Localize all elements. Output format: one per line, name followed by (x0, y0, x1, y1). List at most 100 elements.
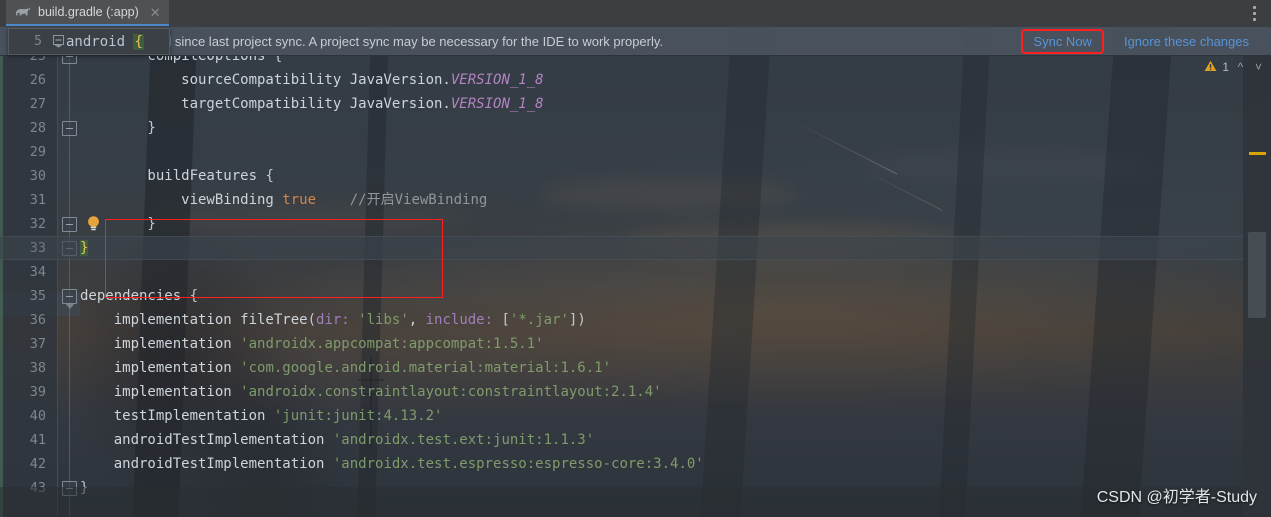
close-icon[interactable]: ✕ (150, 6, 161, 19)
code-line[interactable]: implementation fileTree(dir: 'libs', inc… (80, 308, 1243, 332)
code-line[interactable]: implementation 'androidx.constraintlayou… (80, 380, 1243, 404)
line-number: 26 (29, 72, 46, 88)
code-token: //开启ViewBinding (316, 192, 488, 208)
code-token: true (282, 192, 317, 208)
code-line[interactable]: targetCompatibility JavaVersion.VERSION_… (80, 92, 1243, 116)
warning-count: 1 (1222, 60, 1229, 74)
code-line[interactable]: testImplementation 'junit:junit:4.13.2' (80, 404, 1243, 428)
warning-triangle-icon (1204, 60, 1217, 75)
code-token: 'androidx.appcompat:appcompat:1.5.1' (240, 336, 544, 352)
code-token: 'libs' (358, 312, 409, 328)
code-token: '*.jar' (509, 312, 569, 328)
code-line[interactable]: androidTestImplementation 'androidx.test… (80, 428, 1243, 452)
code-line[interactable]: implementation 'androidx.appcompat:appco… (80, 332, 1243, 356)
line-number: 42 (29, 456, 46, 472)
code-token: compileOptions (80, 56, 274, 64)
gradle-elephant-icon (15, 6, 31, 18)
code-token: } (80, 120, 156, 136)
sync-now-link[interactable]: Sync Now (1021, 28, 1104, 54)
fold-collapse-icon[interactable] (51, 35, 66, 48)
ignore-changes-link[interactable]: Ignore these changes (1114, 31, 1259, 52)
line-number: 29 (29, 144, 46, 160)
code-token: [ (501, 312, 510, 328)
line-number: 34 (29, 264, 46, 280)
code-line[interactable]: } (80, 212, 1243, 236)
code-token: implementation fileTree (80, 312, 308, 328)
code-token: VERSION_1_8 (450, 96, 544, 112)
banner-actions: Sync Now Ignore these changes (1021, 28, 1271, 54)
code-token: include: (425, 312, 502, 328)
sticky-scope-text: android (66, 33, 126, 50)
code-token: { (265, 168, 274, 184)
code-token: { (273, 56, 283, 64)
sticky-line-number: 5 (34, 34, 42, 49)
code-token: androidTestImplementation (80, 432, 333, 448)
line-number: 40 (29, 408, 46, 424)
line-number: 32 (29, 216, 46, 232)
code-token: dir: (316, 312, 359, 328)
code-token: 'com.google.android.material:material:1.… (240, 360, 612, 376)
code-token: dependencies (80, 288, 190, 304)
code-line[interactable]: buildFeatures { (80, 164, 1243, 188)
code-token: implementation (80, 384, 241, 400)
code-line[interactable]: dependencies { (80, 284, 1243, 308)
warning-marker[interactable] (1249, 152, 1266, 155)
code-editor[interactable]: 25262728293031323334353637383940414243 c… (0, 48, 1271, 517)
editor-tab-bar: build.gradle (:app) ✕ (0, 0, 1271, 27)
line-number: 35 (29, 288, 46, 304)
line-number: 31 (29, 192, 46, 208)
tab-build-gradle[interactable]: build.gradle (:app) ✕ (6, 0, 169, 26)
line-number: 39 (29, 384, 46, 400)
code-token: VERSION_1_8 (450, 72, 544, 88)
code-token: } (80, 216, 156, 232)
fold-marker[interactable] (62, 289, 77, 309)
code-token: sourceCompatibility JavaVersion. (80, 72, 451, 88)
fold-marker[interactable] (62, 217, 77, 232)
code-line[interactable]: viewBinding true //开启ViewBinding (80, 188, 1243, 212)
code-line[interactable] (80, 140, 1243, 164)
line-number: 30 (29, 168, 46, 184)
code-token: 'androidx.constraintlayout:constraintlay… (240, 384, 662, 400)
code-token: 'junit:junit:4.13.2' (273, 408, 443, 424)
fold-marker[interactable] (62, 121, 77, 136)
code-folding-column[interactable] (58, 48, 99, 517)
sync-notification-banner: d since last project sync. A project syn… (0, 27, 1271, 56)
code-token: targetCompatibility JavaVersion. (80, 96, 451, 112)
chevron-down-icon[interactable]: ˅ (1252, 60, 1265, 74)
sticky-scope-header[interactable]: 5 android { (8, 28, 170, 55)
code-token: 'androidx.test.ext:junit:1.1.3' (332, 432, 595, 448)
chevron-up-icon[interactable]: ^ (1234, 60, 1247, 74)
code-token: buildFeatures (80, 168, 266, 184)
line-number-gutter[interactable]: 25262728293031323334353637383940414243 (0, 48, 58, 517)
code-line[interactable]: } (80, 116, 1243, 140)
fold-guide-line (69, 48, 70, 517)
code-line[interactable]: } (80, 236, 1243, 260)
inspection-widget[interactable]: 1 ^ ˅ (1204, 56, 1265, 78)
sticky-scope-brace: { (133, 33, 144, 50)
code-text-area[interactable]: compileOptions { sourceCompatibility Jav… (80, 56, 1243, 517)
code-token: androidTestImplementation (80, 456, 333, 472)
editor-scrollbar[interactable] (1243, 56, 1271, 517)
line-number: 36 (29, 312, 46, 328)
code-token: viewBinding (80, 192, 283, 208)
line-number: 28 (29, 120, 46, 136)
more-vertical-icon[interactable] (1247, 4, 1261, 22)
code-line[interactable]: sourceCompatibility JavaVersion.VERSION_… (80, 68, 1243, 92)
tab-title: build.gradle (:app) (38, 5, 139, 19)
code-line[interactable]: compileOptions { (80, 56, 1243, 68)
code-token: 'androidx.test.espresso:espresso-core:3.… (332, 456, 704, 472)
code-token: } (80, 240, 89, 256)
code-token: implementation (80, 336, 241, 352)
code-token: ]) (568, 312, 586, 328)
code-line[interactable]: implementation 'com.google.android.mater… (80, 356, 1243, 380)
code-token: , (408, 312, 426, 328)
code-token: implementation (80, 360, 241, 376)
banner-message: d since last project sync. A project syn… (164, 33, 664, 49)
line-number: 27 (29, 96, 46, 112)
scrollbar-thumb[interactable] (1248, 232, 1266, 318)
code-line[interactable]: androidTestImplementation 'androidx.test… (80, 452, 1243, 476)
code-line[interactable] (80, 260, 1243, 284)
code-token: testImplementation (80, 408, 274, 424)
watermark: CSDN @初学者-Study (1096, 489, 1257, 506)
vcs-change-stripe (0, 56, 3, 517)
